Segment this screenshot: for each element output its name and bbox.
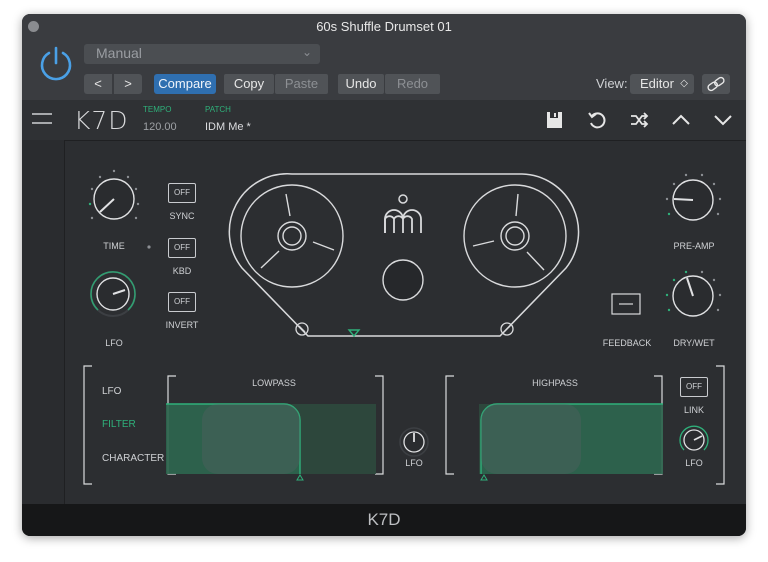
sync-label: SYNC [169,211,195,221]
invert-label: INVERT [165,320,199,330]
footer-title: K7D [367,510,401,529]
filter-lfo-label: LFO [405,458,423,468]
view-label: View: [596,76,628,91]
hamburger-menu-icon[interactable] [30,110,54,128]
chevron-down-icon: ⌄ [301,45,312,59]
save-icon[interactable] [544,110,566,130]
patch-label: PATCH [205,105,231,114]
paste-button[interactable]: Paste [275,74,328,94]
undo-button[interactable]: Undo [338,74,384,94]
invert-toggle[interactable]: OFF [168,292,196,312]
tempo-value[interactable]: 120.00 [143,121,177,133]
chevron-down-icon[interactable] [712,110,734,130]
view-dropdown[interactable]: Editor ◇ [630,74,694,94]
dry-wet-label: DRY/WET [673,338,715,348]
k7d-logo: K7D [74,106,129,135]
lfo-knob[interactable] [91,272,135,316]
power-icon[interactable] [36,44,76,84]
link-toggle[interactable]: OFF [680,377,708,397]
sync-toggle[interactable]: OFF [168,183,196,203]
pre-amp-label: PRE-AMP [673,241,715,251]
copy-button[interactable]: Copy [224,74,274,94]
tempo-label: TEMPO [143,105,172,114]
next-preset-button[interactable]: > [114,74,142,94]
link-lfo-knob[interactable] [680,426,708,454]
redo-button[interactable]: Redo [385,74,440,94]
lfo-label: LFO [105,338,123,348]
window-title: 60s Shuffle Drumset 01 [316,19,452,34]
highpass-label: HIGHPASS [532,378,578,388]
shuffle-icon[interactable] [628,110,650,130]
patch-name[interactable]: IDM Me * [205,121,251,133]
kbd-label: KBD [172,266,192,276]
feedback-button[interactable] [612,294,640,314]
tab-lfo[interactable]: LFO [102,386,121,397]
compare-button[interactable]: Compare [154,74,216,94]
updown-chevron-icon: ◇ [680,78,688,89]
preset-value: Manual [96,45,142,61]
time-label: TIME [103,241,125,251]
filter-lfo-knob[interactable] [400,428,428,456]
highpass-filter-graph[interactable] [479,404,663,474]
preset-dropdown[interactable]: Manual ⌄ [84,44,320,64]
chevron-up-icon[interactable] [670,110,692,130]
previous-preset-button[interactable]: < [84,74,112,94]
link-label: LINK [683,405,704,415]
link-lfo-label: LFO [685,458,703,468]
tab-character[interactable]: CHARACTER [102,453,164,464]
time-knob[interactable] [92,177,136,221]
lowpass-filter-graph[interactable] [166,404,376,474]
kbd-toggle[interactable]: OFF [168,238,196,258]
dry-wet-knob[interactable] [671,274,715,318]
plugin-sidebar [22,140,65,504]
plugin-window: 60s Shuffle Drumset 01 Manual ⌄ < > Comp… [22,14,746,536]
feedback-label: FEEDBACK [602,338,652,348]
lowpass-label: LOWPASS [252,378,296,388]
link-icon[interactable] [702,74,730,94]
view-value: Editor [640,76,674,91]
undo-icon[interactable] [586,110,608,130]
tab-filter[interactable]: FILTER [102,419,136,430]
pre-amp-knob[interactable] [671,178,715,222]
